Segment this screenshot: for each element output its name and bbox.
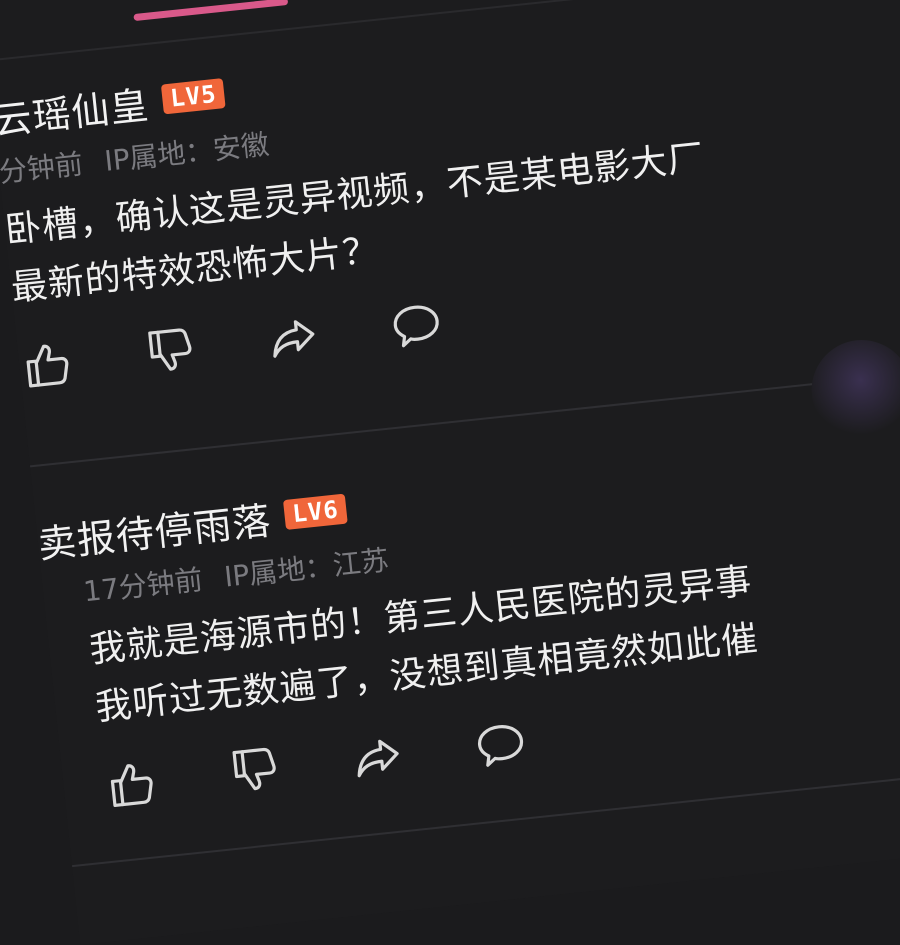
comment-feed: 云瑶仙皇 LV5 分钟前 IP属地：安徽 卧槽，确认这是灵异视频，不是某电影大厂…	[0, 0, 900, 945]
comment-icon	[393, 305, 439, 348]
reply-button[interactable]	[471, 715, 530, 774]
dislike-button[interactable]	[140, 321, 199, 380]
username[interactable]: 云瑶仙皇	[0, 74, 151, 145]
level-badge: LV5	[160, 78, 227, 115]
dislike-icon	[148, 328, 192, 371]
comment-item: 卖报待停雨落 LV6 17分钟前 IP属地：江苏 我就是海源市的！第三人民医院的…	[35, 417, 900, 818]
ip-location: IP属地：江苏	[222, 543, 391, 594]
share-icon	[357, 739, 399, 778]
reply-button[interactable]	[387, 296, 446, 355]
level-badge: LV6	[282, 493, 349, 530]
ip-location: IP属地：安徽	[102, 127, 271, 178]
comment-time: 分钟前	[0, 147, 85, 189]
like-icon	[110, 764, 153, 807]
tab-indicator	[133, 0, 289, 22]
share-icon	[273, 320, 315, 358]
dislike-button[interactable]	[224, 741, 283, 800]
comment-icon	[478, 725, 524, 767]
comment-item: 云瑶仙皇 LV5 分钟前 IP属地：安徽 卧槽，确认这是灵异视频，不是某电影大厂…	[0, 0, 900, 394]
dislike-icon	[232, 747, 276, 791]
comment-time: 17分钟前	[81, 563, 205, 609]
like-icon	[26, 344, 69, 388]
share-button[interactable]	[263, 309, 322, 368]
like-button[interactable]	[101, 754, 160, 813]
share-button[interactable]	[348, 728, 407, 787]
like-button[interactable]	[17, 334, 76, 393]
